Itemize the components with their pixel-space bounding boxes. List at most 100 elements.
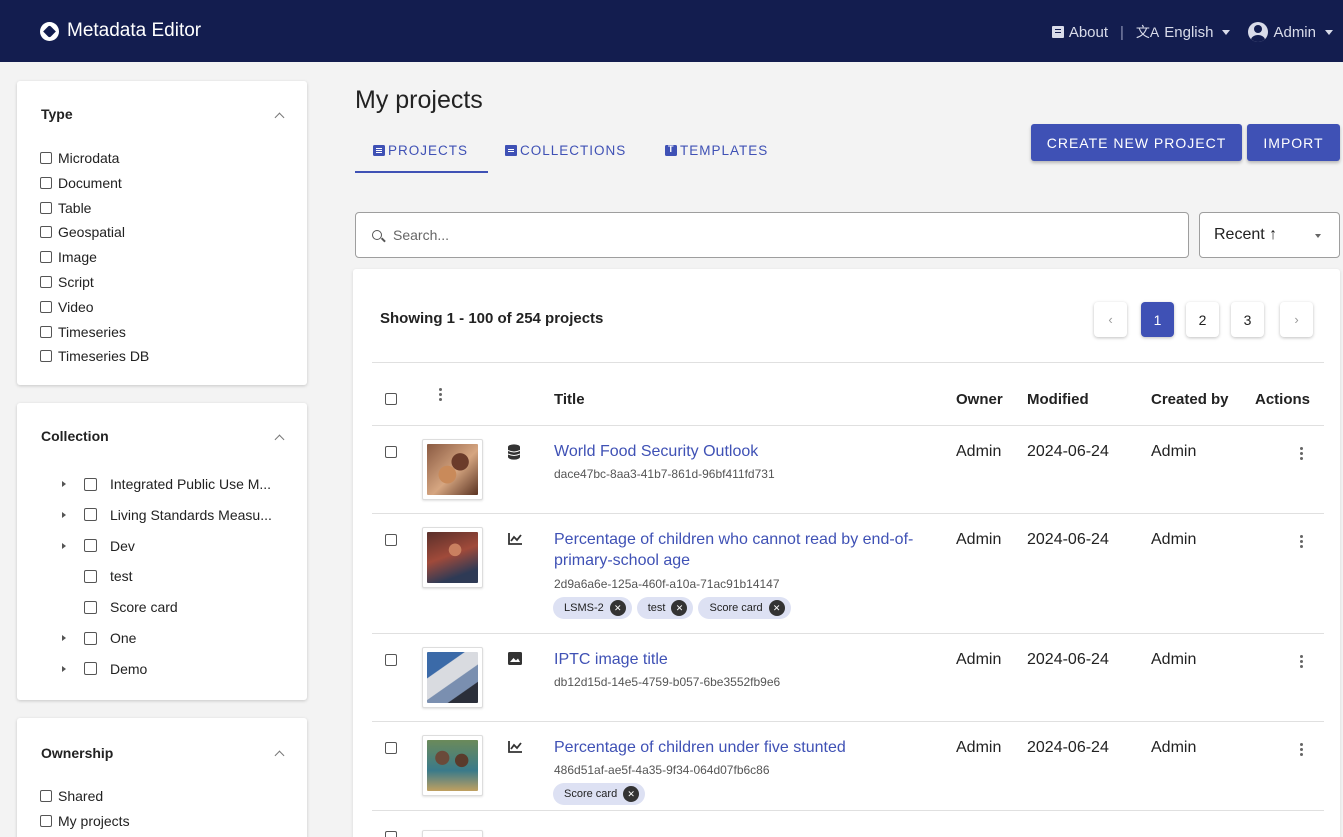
checkbox[interactable] xyxy=(84,631,97,645)
expand-arrow-icon[interactable] xyxy=(62,635,66,641)
checkbox[interactable] xyxy=(40,176,52,189)
tag-chip[interactable]: LSMS-2 ✕ xyxy=(553,597,632,619)
checkbox[interactable] xyxy=(84,508,97,522)
row-actions-menu-icon[interactable] xyxy=(1300,447,1303,462)
project-thumbnail[interactable] xyxy=(422,735,483,796)
about-link[interactable]: About xyxy=(1051,24,1108,41)
checkbox[interactable] xyxy=(40,152,52,164)
checkbox[interactable] xyxy=(84,662,97,676)
tag-chip[interactable]: test ✕ xyxy=(636,597,694,619)
row-checkbox[interactable] xyxy=(385,654,397,666)
row-actions-menu-icon[interactable] xyxy=(1300,655,1303,670)
page-button-2[interactable]: 2 xyxy=(1186,302,1219,337)
project-thumbnail[interactable] xyxy=(422,439,483,500)
checkbox[interactable] xyxy=(40,350,52,363)
tab-projects[interactable]: PROJECTS xyxy=(373,143,468,158)
row-checkbox[interactable] xyxy=(385,742,397,754)
row-checkbox[interactable] xyxy=(385,831,397,837)
expand-arrow-icon[interactable] xyxy=(62,481,66,487)
collection-tree-item[interactable]: Score card xyxy=(62,597,178,617)
import-button[interactable]: IMPORT xyxy=(1247,124,1340,161)
collection-tree-item[interactable]: Demo xyxy=(62,659,147,679)
expand-arrow-icon[interactable] xyxy=(62,665,66,672)
project-thumbnail[interactable] xyxy=(422,647,483,708)
checkbox[interactable] xyxy=(40,251,52,264)
prev-page-button[interactable]: ‹ xyxy=(1094,302,1127,337)
database-icon xyxy=(507,444,521,465)
project-thumbnail[interactable] xyxy=(422,830,483,837)
bulk-actions-menu-icon[interactable] xyxy=(439,388,442,403)
chevron-up-icon[interactable] xyxy=(274,750,285,761)
project-title-link[interactable]: Percentage of children under five stunte… xyxy=(554,737,846,758)
tag-chip[interactable]: Score card ✕ xyxy=(553,783,646,805)
checkbox[interactable] xyxy=(84,569,97,583)
project-title-link[interactable]: Percentage of children who cannot read b… xyxy=(554,529,913,550)
column-created-by[interactable]: Created by xyxy=(1151,391,1229,408)
type-filter-option[interactable]: Timeseries DB xyxy=(40,347,149,365)
collection-tree-item[interactable]: One xyxy=(62,628,136,648)
collection-label: test xyxy=(110,568,133,585)
page-button-3[interactable]: 3 xyxy=(1231,302,1264,337)
tab-collections[interactable]: COLLECTIONS xyxy=(505,143,626,158)
chevron-up-icon[interactable] xyxy=(274,112,285,123)
checkbox[interactable] xyxy=(40,300,52,313)
ownership-filter-option[interactable]: My projects xyxy=(40,812,130,830)
row-actions-menu-icon[interactable] xyxy=(1300,743,1303,758)
type-filter-option[interactable]: Timeseries xyxy=(40,323,126,341)
type-filter-option[interactable]: Script xyxy=(40,273,94,291)
checkbox[interactable] xyxy=(84,477,97,491)
checkbox[interactable] xyxy=(84,539,97,553)
ownership-filter-title: Ownership xyxy=(41,745,114,761)
project-title-link[interactable]: primary-school age xyxy=(554,550,690,571)
tab-templates[interactable]: TEMPLATES xyxy=(665,143,768,158)
project-title-link[interactable]: World Food Security Outlook xyxy=(554,441,758,462)
remove-tag-icon[interactable]: ✕ xyxy=(609,600,626,616)
collection-tree-item[interactable]: Dev xyxy=(62,536,135,556)
type-filter-option[interactable]: Table xyxy=(40,199,91,217)
project-title-link[interactable]: IPTC image title xyxy=(554,649,668,670)
collection-tree-item[interactable]: Living Standards Measu... xyxy=(62,505,272,525)
row-checkbox[interactable] xyxy=(385,446,397,458)
checkbox[interactable] xyxy=(40,790,52,802)
collection-label: Demo xyxy=(110,660,148,677)
checkbox[interactable] xyxy=(40,325,52,338)
collection-tree-item[interactable]: Integrated Public Use M... xyxy=(62,474,271,494)
language-menu[interactable]: 文A English xyxy=(1136,22,1231,42)
checkbox[interactable] xyxy=(40,201,52,214)
row-checkbox[interactable] xyxy=(385,534,397,546)
checkbox[interactable] xyxy=(84,600,97,614)
expand-arrow-icon[interactable] xyxy=(62,542,66,549)
brand[interactable]: Metadata Editor xyxy=(40,20,201,42)
remove-tag-icon[interactable]: ✕ xyxy=(671,600,688,616)
chevron-up-icon[interactable] xyxy=(274,434,285,445)
collection-tree-item[interactable]: test xyxy=(62,566,133,586)
type-filter-option[interactable]: Video xyxy=(40,298,94,316)
type-filter-option[interactable]: Microdata xyxy=(40,149,119,167)
page-button-1[interactable]: 1 xyxy=(1141,302,1174,337)
row-actions-menu-icon[interactable] xyxy=(1300,535,1303,550)
ownership-filter-option[interactable]: Shared xyxy=(40,787,103,805)
checkbox[interactable] xyxy=(40,276,52,288)
expand-arrow-icon[interactable] xyxy=(62,511,66,518)
create-new-project-button[interactable]: CREATE NEW PROJECT xyxy=(1031,124,1242,161)
column-modified[interactable]: Modified xyxy=(1027,391,1089,408)
top-right-menu: About | 文A English Admin xyxy=(1051,22,1333,42)
checkbox[interactable] xyxy=(40,815,52,827)
next-page-button[interactable]: › xyxy=(1280,302,1313,337)
select-all-checkbox[interactable] xyxy=(385,393,397,405)
type-filter-option[interactable]: Document xyxy=(40,174,122,192)
column-title[interactable]: Title xyxy=(554,391,585,408)
tag-chip[interactable]: Score card ✕ xyxy=(698,597,791,619)
collection-filter-title: Collection xyxy=(41,428,109,444)
remove-tag-icon[interactable]: ✕ xyxy=(768,600,785,616)
type-filter-option[interactable]: Image xyxy=(40,248,97,266)
sort-select[interactable]: Recent ↑ xyxy=(1199,212,1340,258)
project-thumbnail[interactable] xyxy=(422,527,483,588)
column-owner[interactable]: Owner xyxy=(956,391,1003,408)
user-menu[interactable]: Admin xyxy=(1248,22,1333,42)
remove-tag-icon[interactable]: ✕ xyxy=(623,786,640,802)
checkbox[interactable] xyxy=(40,226,52,239)
type-filter-option[interactable]: Geospatial xyxy=(40,223,125,241)
search-input[interactable]: Search... xyxy=(393,227,449,243)
search-bar[interactable]: Search... xyxy=(355,212,1189,258)
